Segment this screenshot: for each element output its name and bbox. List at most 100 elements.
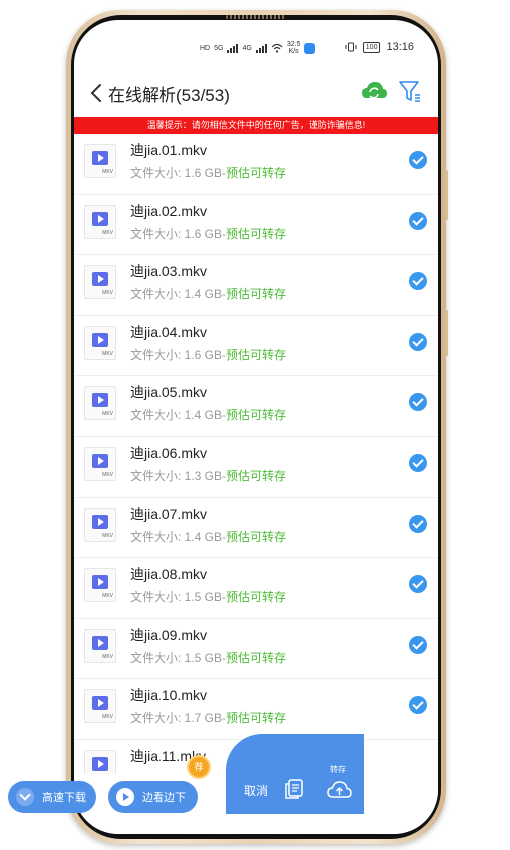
file-info: 文件大小: 1.5 GB-预估可转存 bbox=[130, 649, 286, 666]
play-icon bbox=[116, 788, 134, 806]
file-name: 迪jia.08.mkv bbox=[130, 566, 208, 583]
file-ext-label: MKV bbox=[102, 290, 113, 297]
play-badge bbox=[92, 696, 108, 711]
file-name: 迪jia.03.mkv bbox=[130, 263, 208, 280]
file-row[interactable]: MKV 迪jia.07.mkv 文件大小: 1.4 GB-预估可转存 bbox=[74, 498, 438, 559]
file-row[interactable]: MKV 迪jia.08.mkv 文件大小: 1.5 GB-预估可转存 bbox=[74, 558, 438, 619]
play-badge bbox=[92, 635, 108, 650]
transfer-status: 预估可转存 bbox=[226, 408, 287, 423]
cancel-button[interactable]: 取消 bbox=[244, 782, 268, 799]
file-ext-label: MKV bbox=[102, 229, 113, 236]
check-icon[interactable] bbox=[409, 332, 427, 351]
transfer-status: 预估可转存 bbox=[226, 711, 287, 726]
check-icon[interactable] bbox=[409, 393, 427, 412]
watch-while-download-button[interactable]: 边看边下 bbox=[108, 781, 198, 813]
4g-label: 4G bbox=[242, 44, 252, 52]
play-badge bbox=[92, 393, 108, 408]
file-row[interactable]: MKV 迪jia.05.mkv 文件大小: 1.4 GB-预估可转存 bbox=[74, 376, 438, 437]
check-icon[interactable] bbox=[409, 696, 427, 715]
check-icon[interactable] bbox=[409, 151, 427, 169]
file-ext-label: MKV bbox=[102, 532, 113, 539]
file-size: 文件大小: 1.3 GB bbox=[130, 468, 223, 483]
file-ext-label: MKV bbox=[102, 411, 113, 418]
signal-icon bbox=[227, 43, 239, 53]
file-size: 文件大小: 1.4 GB bbox=[130, 287, 223, 302]
file-name: 迪jia.06.mkv bbox=[130, 444, 208, 461]
play-badge bbox=[92, 211, 108, 226]
transfer-status: 预估可转存 bbox=[226, 166, 287, 180]
file-name: 迪jia.04.mkv bbox=[130, 323, 208, 340]
file-ext-label: MKV bbox=[102, 593, 113, 600]
top-bar: 在线解析(53/53) bbox=[74, 75, 438, 115]
file-row[interactable]: MKV 迪jia.09.mkv 文件大小: 1.5 GB-预估可转存 bbox=[74, 619, 438, 680]
video-file-icon: MKV bbox=[84, 144, 116, 178]
file-info: 文件大小: 1.6 GB-预估可转存 bbox=[130, 346, 286, 363]
play-badge bbox=[92, 453, 108, 468]
file-name: 迪jia.09.mkv bbox=[130, 626, 208, 643]
back-arrow-icon[interactable] bbox=[86, 79, 108, 107]
file-row[interactable]: MKV 迪jia.03.mkv 文件大小: 1.4 GB-预估可转存 bbox=[74, 255, 438, 316]
play-badge bbox=[92, 332, 108, 347]
check-icon[interactable] bbox=[409, 575, 427, 594]
transfer-status: 预估可转存 bbox=[226, 468, 287, 483]
transfer-status: 预估可转存 bbox=[226, 650, 287, 665]
phone-screen: HD 5G 4G 32.5 K/s 100 13:16 在线解析(53/53) 温… bbox=[74, 20, 438, 834]
file-ext-label: MKV bbox=[102, 714, 113, 721]
video-file-icon: MKV bbox=[84, 568, 116, 603]
page-title: 在线解析(53/53) bbox=[108, 86, 230, 105]
check-icon[interactable] bbox=[409, 453, 427, 472]
file-size: 文件大小: 1.4 GB bbox=[130, 529, 223, 544]
file-info: 文件大小: 1.3 GB-预估可转存 bbox=[130, 467, 286, 484]
filter-icon[interactable] bbox=[398, 77, 422, 105]
transfer-label: 转存 bbox=[330, 765, 346, 774]
net-speed: 32.5 K/s bbox=[286, 41, 301, 55]
signal-icon-2 bbox=[255, 43, 267, 53]
file-info: 文件大小: 1.6 GB-预估可转存 bbox=[130, 225, 286, 242]
file-size: 文件大小: 1.6 GB bbox=[130, 226, 223, 241]
video-file-icon: MKV bbox=[84, 446, 116, 481]
file-row[interactable]: MKV 迪jia.02.mkv 文件大小: 1.6 GB-预估可转存 bbox=[74, 195, 438, 256]
file-row[interactable]: MKV 迪jia.06.mkv 文件大小: 1.3 GB-预估可转存 bbox=[74, 437, 438, 498]
status-right: 100 13:16 bbox=[345, 41, 414, 53]
video-file-icon: MKV bbox=[84, 507, 116, 542]
play-badge bbox=[92, 575, 108, 590]
check-icon[interactable] bbox=[409, 272, 427, 291]
check-icon[interactable] bbox=[409, 514, 427, 533]
watch-while-download-label: 边看边下 bbox=[142, 792, 186, 804]
app-notify-icon bbox=[304, 42, 316, 54]
video-file-icon: MKV bbox=[84, 628, 116, 663]
copy-icon[interactable] bbox=[284, 778, 304, 800]
fast-download-label: 高速下载 bbox=[42, 792, 86, 804]
status-bar: HD 5G 4G 32.5 K/s 100 13:16 bbox=[74, 40, 438, 60]
file-ext-label: MKV bbox=[102, 471, 113, 478]
video-file-icon: MKV bbox=[84, 325, 116, 360]
file-info: 文件大小: 1.6 GB-预估可转存 bbox=[130, 164, 286, 181]
file-ext-label: MKV bbox=[102, 350, 113, 357]
file-row[interactable]: MKV 迪jia.04.mkv 文件大小: 1.6 GB-预估可转存 bbox=[74, 316, 438, 377]
play-badge bbox=[92, 514, 108, 529]
play-badge bbox=[92, 272, 108, 287]
cloud-upload-icon[interactable] bbox=[326, 778, 352, 800]
file-size: 文件大小: 1.5 GB bbox=[130, 590, 223, 605]
file-name: 迪jia.05.mkv bbox=[130, 384, 208, 401]
video-file-icon: MKV bbox=[84, 689, 116, 724]
file-size: 文件大小: 1.6 GB bbox=[130, 347, 223, 362]
check-icon[interactable] bbox=[409, 635, 427, 654]
video-file-icon: MKV bbox=[84, 204, 116, 239]
check-icon[interactable] bbox=[409, 211, 427, 230]
video-file-icon: MKV bbox=[84, 386, 116, 421]
video-file-icon: MKV bbox=[84, 749, 116, 774]
fast-download-button[interactable]: 高速下载 bbox=[8, 781, 96, 813]
file-name: 迪jia.07.mkv bbox=[130, 505, 208, 522]
vibrate-icon bbox=[345, 42, 357, 52]
file-list: MKV 迪jia.01.mkv 文件大小: 1.6 GB-预估可转存 MKV 迪jia.… bbox=[74, 134, 438, 774]
transfer-status: 预估可转存 bbox=[226, 287, 287, 302]
battery-icon: 100 bbox=[362, 41, 381, 53]
file-row[interactable]: MKV 迪jia.01.mkv 文件大小: 1.6 GB-预估可转存 bbox=[74, 134, 438, 195]
cloud-sync-icon[interactable] bbox=[360, 77, 388, 105]
hd-label: HD bbox=[200, 44, 211, 52]
file-size: 文件大小: 1.4 GB bbox=[130, 408, 223, 423]
file-row[interactable]: MKV 迪jia.10.mkv 文件大小: 1.7 GB-预估可转存 bbox=[74, 679, 438, 740]
file-name: 迪jia.01.mkv bbox=[130, 142, 208, 158]
play-badge bbox=[92, 756, 108, 771]
